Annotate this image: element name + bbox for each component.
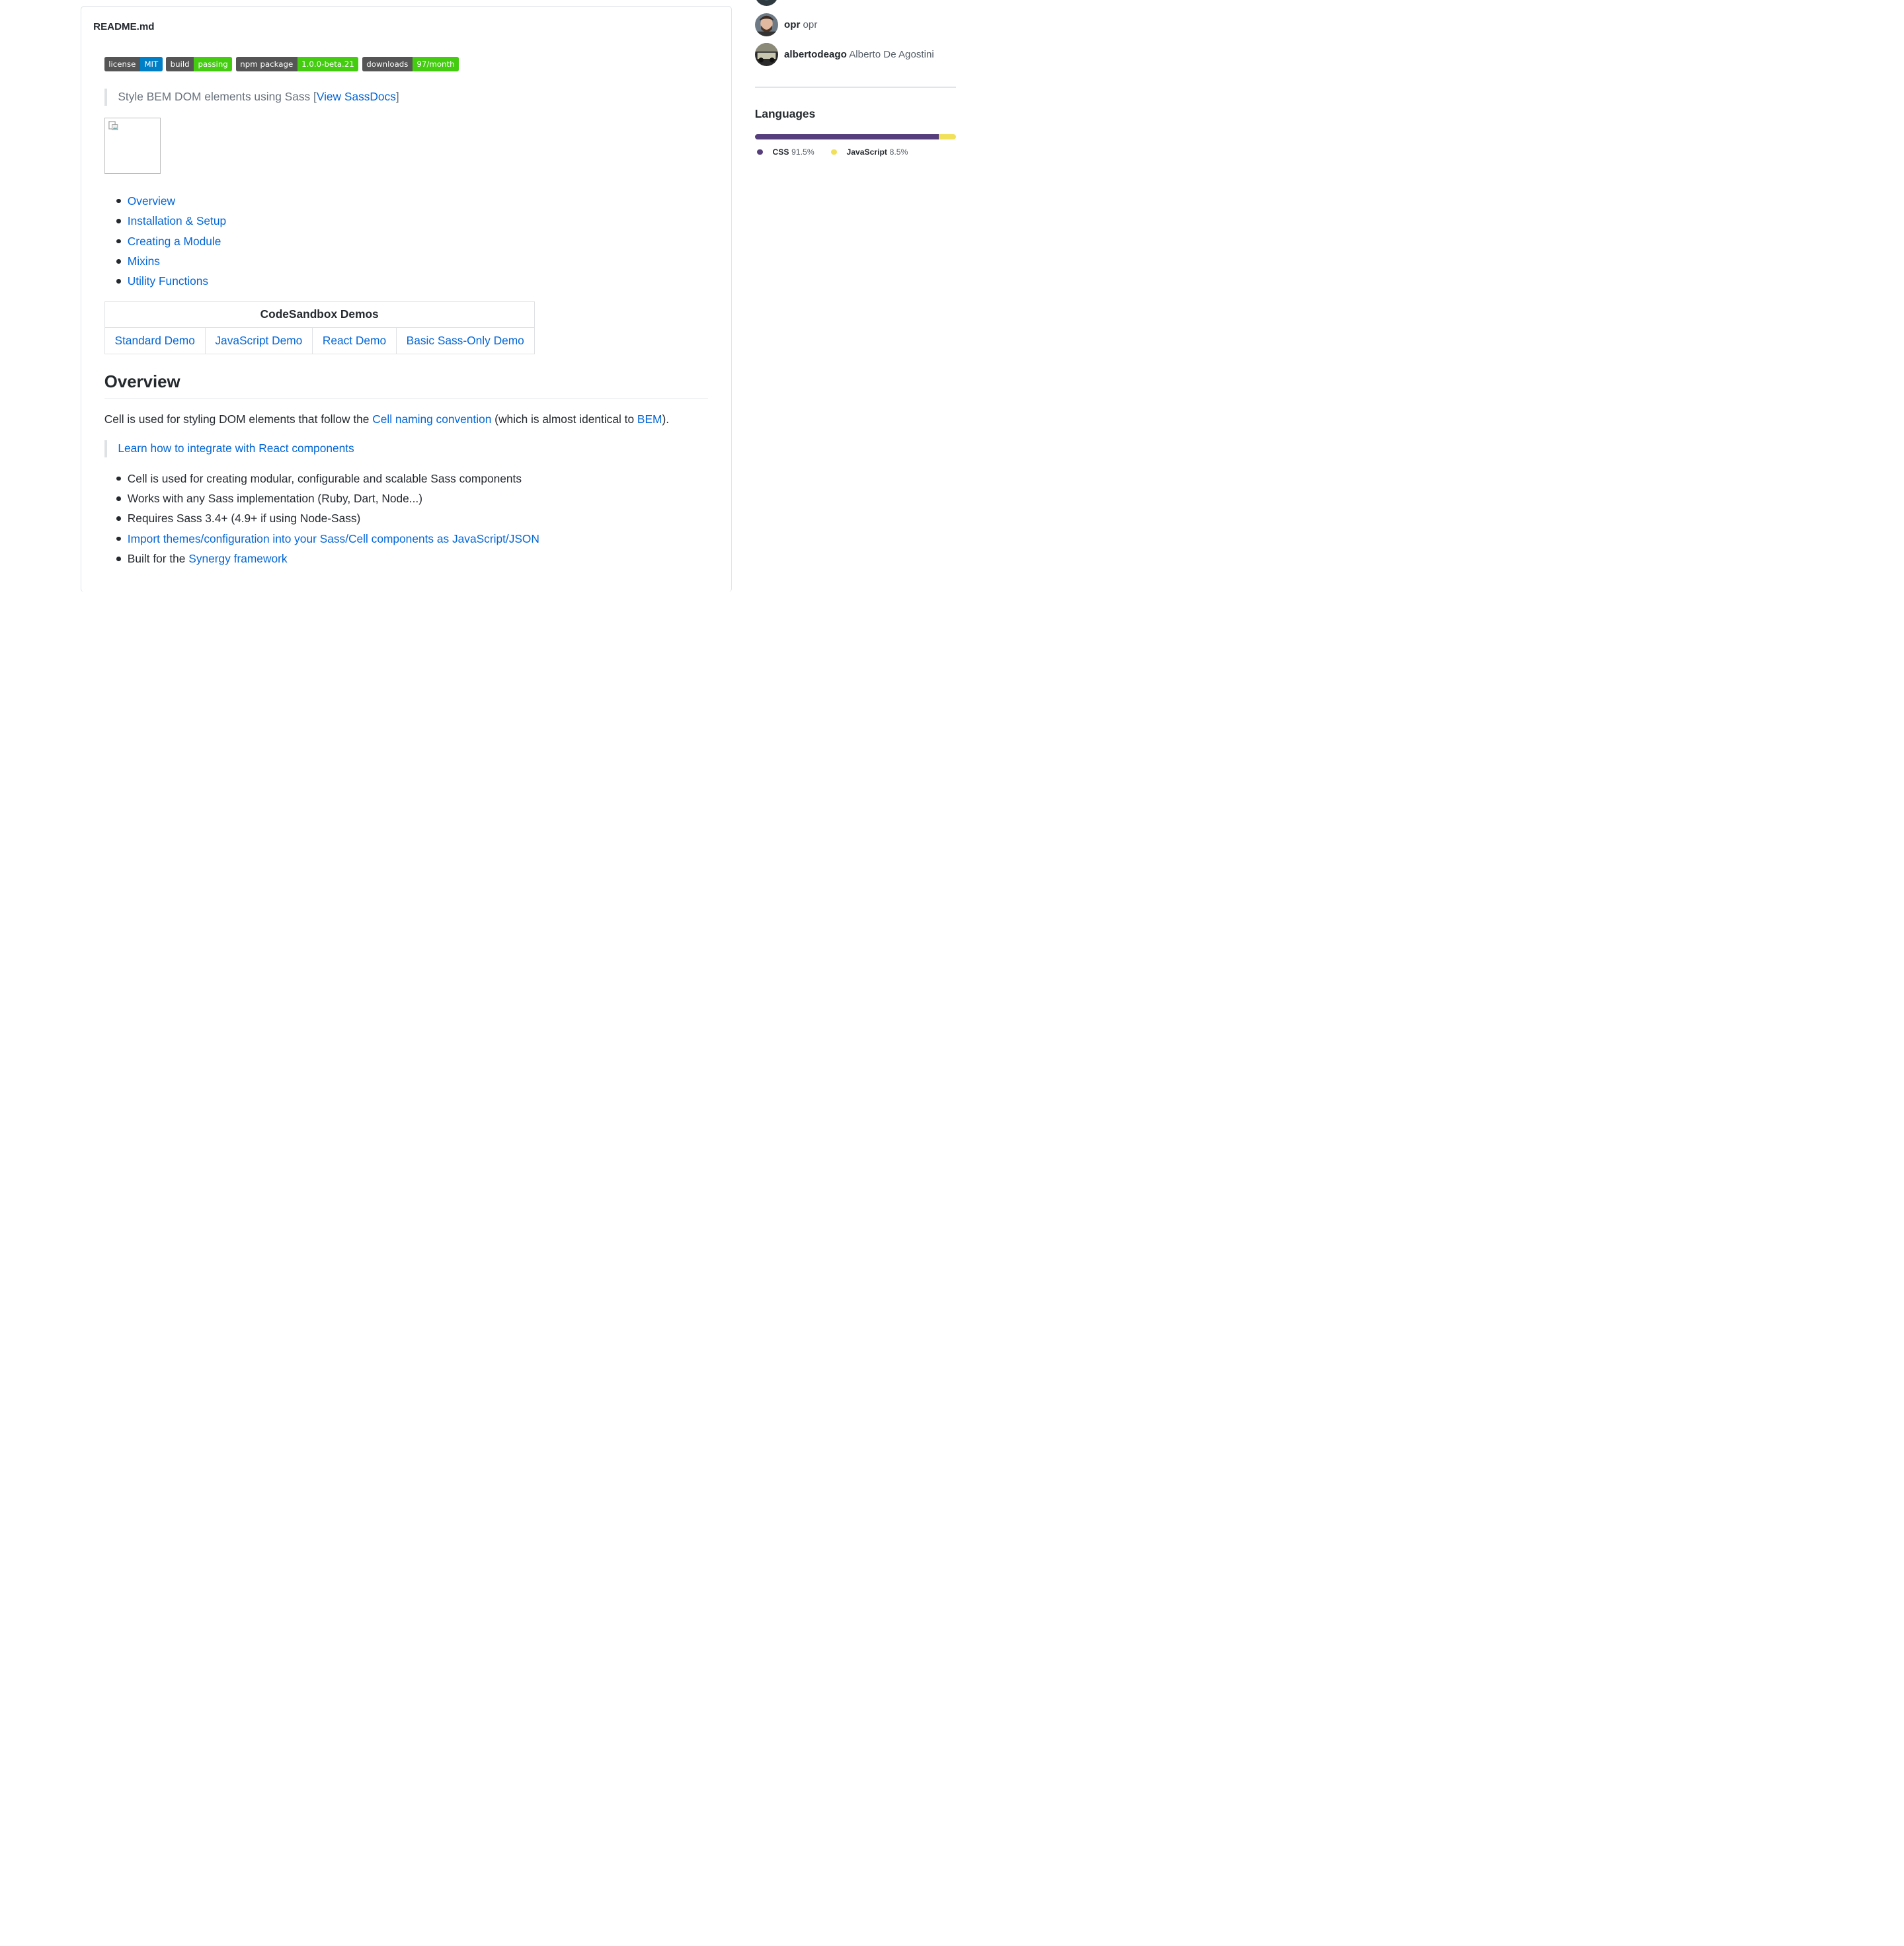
toc-item: Installation & Setup: [104, 211, 708, 231]
readme-title: README.md: [93, 21, 155, 33]
language-name: JavaScript: [846, 147, 887, 157]
feature-item: Cell is used for creating modular, confi…: [104, 469, 708, 488]
contributor-row[interactable]: albertodeago Alberto De Agostini: [754, 42, 934, 66]
language-list: CSS 91.5% JavaScript 8.5%: [757, 147, 908, 157]
feature-item: Built for the Synergy framework: [104, 549, 708, 568]
synergy-framework-link[interactable]: Synergy framework: [188, 552, 287, 565]
tagline-text: Style BEM DOM elements using Sass [: [118, 89, 317, 103]
tagline-suffix: ]: [395, 89, 399, 103]
badge-key: license: [104, 56, 140, 71]
demo-cell: Basic Sass-Only Demo: [395, 327, 535, 355]
overview-text: ).: [662, 412, 670, 426]
badge-value: MIT: [139, 56, 163, 71]
feature-item: Requires Sass 3.4+ (4.9+ if using Node-S…: [104, 508, 708, 528]
language-bar-segment: [754, 134, 939, 140]
feature-item: Works with any Sass implementation (Ruby…: [104, 488, 708, 508]
downloads-badge[interactable]: downloads 97/month: [362, 56, 459, 71]
overview-text: Cell is used for styling DOM elements th…: [104, 412, 373, 426]
demo-cell: React Demo: [312, 327, 397, 355]
avatar[interactable]: [754, 42, 778, 66]
demos-header: CodeSandbox Demos: [104, 301, 535, 329]
demo-cell: Standard Demo: [104, 327, 206, 355]
tagline-quote: Style BEM DOM elements using Sass [View …: [104, 88, 708, 106]
contributor-login[interactable]: albertodeago: [784, 49, 847, 60]
languages-heading: Languages: [754, 107, 816, 121]
import-themes-link[interactable]: Import themes/configuration into your Sa…: [128, 532, 539, 545]
bem-link[interactable]: BEM: [637, 412, 662, 426]
toc-item: Utility Functions: [104, 271, 708, 291]
contributor-login[interactable]: opr: [784, 19, 800, 30]
badge-key: npm package: [235, 56, 298, 71]
javascript-color-dot: [831, 149, 837, 155]
contributor-name: albertodeago Alberto De Agostini: [784, 49, 934, 60]
toc-utility-functions-link[interactable]: Utility Functions: [128, 274, 208, 288]
badge-row: license MIT build passing npm package 1.0.0…: [104, 56, 708, 71]
overview-paragraph: Cell is used for styling DOM elements th…: [104, 411, 708, 428]
contributor-row-partial: [754, 0, 778, 7]
sidebar-divider: [754, 86, 957, 88]
toc-item: Mixins: [104, 251, 708, 271]
react-demo-link[interactable]: React Demo: [323, 334, 386, 347]
toc-installation-link[interactable]: Installation & Setup: [128, 214, 226, 227]
demo-cell: JavaScript Demo: [204, 327, 313, 355]
page: README.md license MIT build passing npm pa…: [0, 0, 1904, 1946]
standard-demo-link[interactable]: Standard Demo: [115, 334, 195, 347]
npm-badge[interactable]: npm package 1.0.0-beta.21: [235, 56, 359, 71]
css-color-dot: [757, 149, 763, 155]
javascript-demo-link[interactable]: JavaScript Demo: [215, 334, 302, 347]
badge-key: build: [166, 56, 194, 71]
table-of-contents: Overview Installation & Setup Creating a…: [104, 191, 708, 292]
avatar[interactable]: [754, 0, 778, 7]
language-percent: 8.5%: [889, 147, 908, 157]
sass-only-demo-link[interactable]: Basic Sass-Only Demo: [407, 334, 524, 347]
badge-value: passing: [194, 56, 233, 71]
contributor-fullname: Alberto De Agostini: [849, 48, 934, 60]
sassdocs-link[interactable]: View SassDocs: [317, 90, 396, 103]
language-bar-segment: [939, 134, 957, 140]
contributor-fullname: opr: [803, 19, 818, 31]
avatar[interactable]: [754, 13, 778, 37]
language-percent: 91.5%: [791, 147, 814, 157]
logo-image[interactable]: [104, 118, 161, 174]
react-integration-link[interactable]: Learn how to integrate with React compon…: [118, 442, 354, 455]
language-bar: [754, 134, 957, 140]
toc-overview-link[interactable]: Overview: [128, 194, 175, 208]
overview-text: (which is almost identical to: [491, 412, 637, 426]
language-item[interactable]: CSS 91.5%: [757, 147, 814, 157]
toc-mixins-link[interactable]: Mixins: [128, 254, 160, 268]
language-item[interactable]: JavaScript 8.5%: [831, 147, 908, 157]
toc-item: Creating a Module: [104, 231, 708, 251]
toc-item: Overview: [104, 191, 708, 211]
readme-box: README.md license MIT build passing npm pa…: [80, 6, 732, 592]
language-name: CSS: [772, 147, 789, 157]
feature-text: Built for the: [127, 552, 189, 566]
cell-naming-link[interactable]: Cell naming convention: [372, 412, 491, 426]
feature-list: Cell is used for creating modular, confi…: [104, 469, 708, 569]
license-badge[interactable]: license MIT: [104, 56, 163, 71]
demos-table: CodeSandbox Demos Standard Demo JavaScri…: [104, 301, 535, 355]
broken-image-icon: [108, 121, 118, 131]
toc-creating-module-link[interactable]: Creating a Module: [128, 235, 221, 248]
demos-links-row: Standard Demo JavaScript Demo React Demo…: [104, 327, 535, 355]
feature-item: Import themes/configuration into your Sa…: [104, 529, 708, 549]
build-badge[interactable]: build passing: [166, 56, 233, 71]
badge-key: downloads: [362, 56, 413, 71]
readme-article: license MIT build passing npm package 1.0.0…: [104, 56, 708, 569]
demos-header-row: CodeSandbox Demos: [104, 301, 535, 329]
react-quote: Learn how to integrate with React compon…: [104, 440, 708, 457]
badge-value: 1.0.0-beta.21: [297, 56, 359, 71]
badge-value: 97/month: [412, 56, 459, 71]
contributor-row[interactable]: opr opr: [754, 13, 817, 37]
contributor-name: opr opr: [784, 19, 817, 30]
overview-heading: Overview: [104, 371, 708, 399]
